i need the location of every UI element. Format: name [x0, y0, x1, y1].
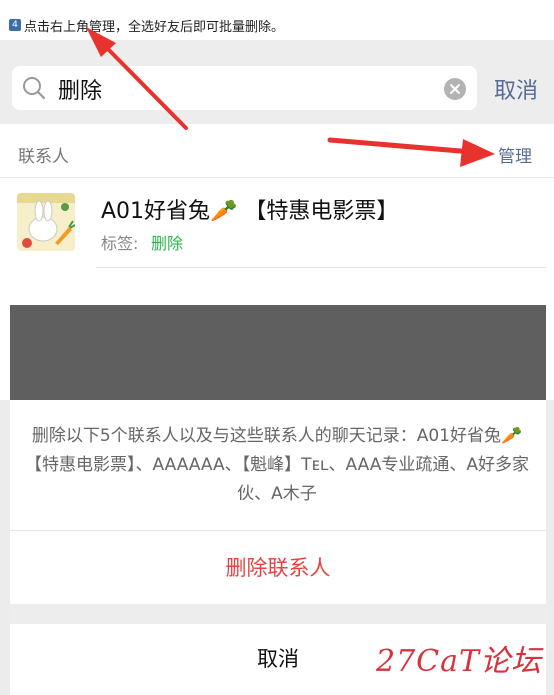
sheet-edge [0, 400, 10, 695]
divider [96, 267, 546, 268]
search-query[interactable]: 删除 [58, 73, 102, 105]
avatar[interactable] [17, 193, 75, 251]
delete-confirm-message: 删除以下5个联系人以及与这些联系人的聊天记录：A01好省兔🥕【特惠电影票】、AA… [25, 426, 529, 504]
instruction-text: 点击右上角管理，全选好友后即可批量删除。 [24, 20, 285, 35]
clear-icon[interactable] [443, 77, 467, 101]
step-number-badge: 4 [9, 19, 21, 31]
modal-overlay[interactable] [10, 305, 546, 400]
sheet-separator [10, 604, 546, 624]
watermark-text: 27CaT论坛 [376, 644, 543, 679]
section-title: 联系人 [18, 147, 69, 167]
sheet-edge [546, 400, 554, 695]
tag-value: 删除 [151, 234, 184, 253]
contact-name[interactable]: A01好省兔🥕 【特惠电影票】 [101, 193, 398, 225]
manage-button[interactable]: 管理 [498, 142, 532, 167]
divider [0, 177, 554, 178]
delete-contacts-button[interactable]: 删除联系人 [10, 532, 546, 604]
search-icon [23, 77, 46, 100]
arrow-icon [327, 137, 495, 167]
tag-label: 标签: [101, 234, 139, 253]
search-cancel-button[interactable]: 取消 [494, 73, 538, 105]
divider [10, 530, 546, 531]
